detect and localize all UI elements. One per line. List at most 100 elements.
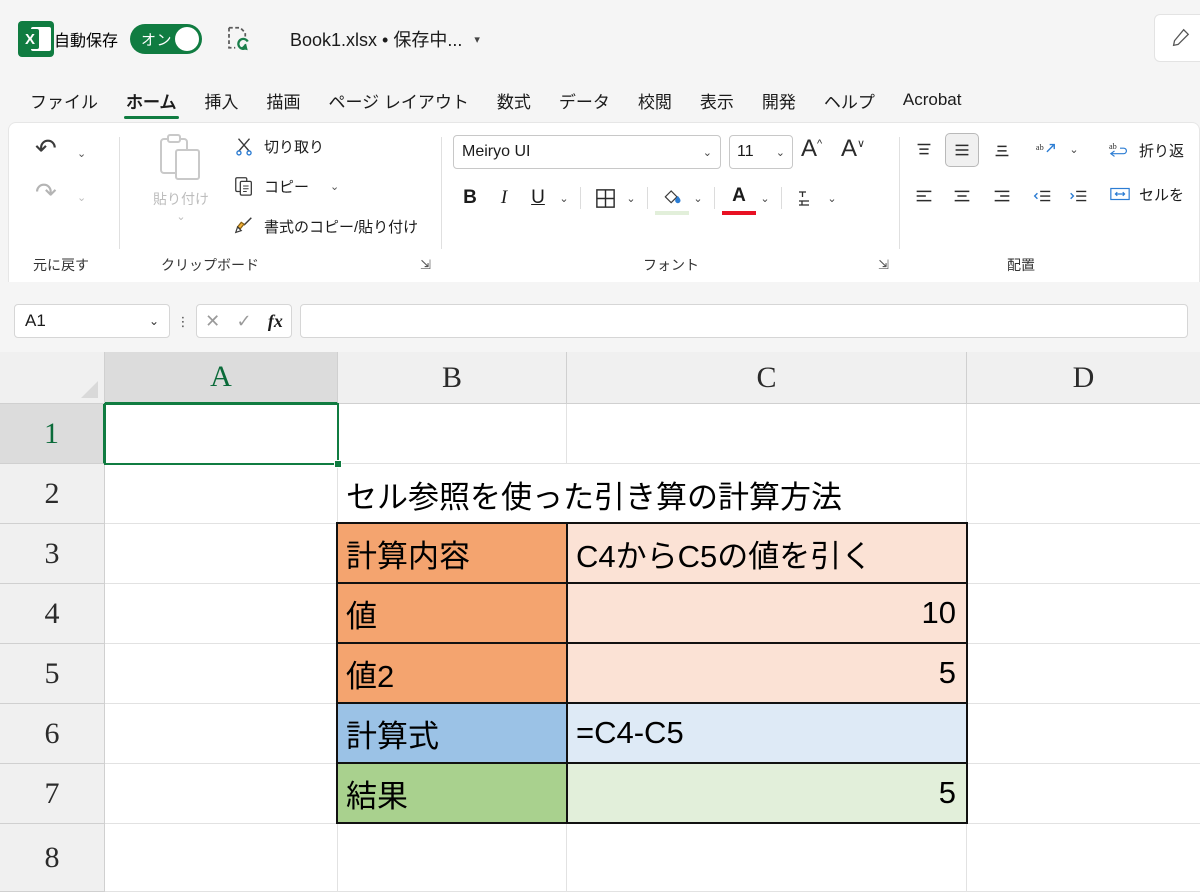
cell-a6[interactable] [105, 704, 338, 764]
wrap-text-button[interactable]: ab 折り返 [1109, 139, 1184, 161]
borders-chevron-down-icon[interactable]: ⌄ [622, 192, 640, 205]
cell-d6[interactable] [967, 704, 1200, 764]
chevron-down-icon[interactable]: ▾ [474, 33, 480, 46]
font-dialog-launcher-icon[interactable]: ⇲ [878, 257, 889, 273]
tab-review[interactable]: 校閲 [624, 84, 686, 117]
cell-a2[interactable] [105, 464, 338, 524]
row-header-7[interactable]: 7 [0, 764, 105, 824]
cell-b8[interactable] [338, 824, 567, 892]
paste-button[interactable]: 貼り付け ⌄ [139, 131, 223, 223]
font-color-chevron-down-icon[interactable]: ⌄ [756, 192, 774, 205]
cell-value-c6[interactable]: =C4-C5 [566, 702, 968, 764]
cell-c8[interactable] [567, 824, 967, 892]
font-name-input[interactable]: Meiryo UI ⌄ [453, 135, 721, 169]
fill-color-icon[interactable] [655, 181, 689, 215]
cell-d5[interactable] [967, 644, 1200, 704]
row-header-1[interactable]: 1 [0, 404, 105, 464]
redo-arrow-icon[interactable]: ↷ [35, 177, 57, 208]
row-header-4[interactable]: 4 [0, 584, 105, 644]
name-box[interactable]: A1 ⌄ [14, 304, 170, 338]
align-middle-icon[interactable] [945, 133, 979, 167]
column-header-a[interactable]: A [105, 352, 338, 404]
cell-value-c3[interactable]: C4からC5の値を引く [566, 522, 968, 584]
copy-button[interactable]: コピー ⌄ [233, 175, 339, 197]
column-header-c[interactable]: C [567, 352, 967, 404]
sync-status-icon[interactable] [224, 24, 254, 54]
cell-value-b4[interactable]: 値 [336, 582, 568, 644]
cell-value-c7[interactable]: 5 [566, 762, 968, 824]
more-options-icon[interactable]: ⋮ [170, 315, 196, 328]
document-title[interactable]: Book1.xlsx • 保存中... [290, 26, 462, 52]
cell-a4[interactable] [105, 584, 338, 644]
tab-file[interactable]: ファイル [16, 84, 112, 117]
cell-a8[interactable] [105, 824, 338, 892]
cell-value-b2[interactable]: セル参照を使った引き算の計算方法 [338, 464, 1038, 524]
align-bottom-icon[interactable] [985, 133, 1019, 167]
cell-b1[interactable] [338, 404, 567, 464]
align-top-icon[interactable] [907, 133, 941, 167]
decrease-font-size-button[interactable]: A∨ [841, 135, 865, 163]
font-size-input[interactable]: 11 ⌄ [729, 135, 793, 169]
fill-handle[interactable] [334, 460, 342, 468]
name-box-chevron-down-icon[interactable]: ⌄ [149, 314, 159, 328]
undo-dropdown-chevron-icon[interactable]: ⌄ [77, 147, 86, 160]
cell-c1[interactable] [567, 404, 967, 464]
row-header-2[interactable]: 2 [0, 464, 105, 524]
align-right-icon[interactable] [985, 179, 1019, 213]
cut-button[interactable]: 切り取り [233, 135, 324, 157]
text-orientation-icon[interactable]: ab [1029, 133, 1063, 167]
active-cell-selection[interactable] [104, 403, 339, 465]
cell-d8[interactable] [967, 824, 1200, 892]
tab-data[interactable]: データ [545, 84, 624, 117]
cell-a5[interactable] [105, 644, 338, 704]
underline-chevron-down-icon[interactable]: ⌄ [555, 192, 573, 205]
increase-font-size-button[interactable]: A^ [801, 135, 822, 163]
redo-dropdown-chevron-icon[interactable]: ⌄ [77, 191, 86, 204]
row-header-6[interactable]: 6 [0, 704, 105, 764]
italic-button[interactable]: I [487, 181, 521, 215]
autosave-toggle[interactable]: オン [130, 24, 202, 54]
orientation-chevron-down-icon[interactable]: ⌄ [1065, 143, 1083, 156]
align-center-icon[interactable] [945, 179, 979, 213]
pen-icon[interactable] [1154, 14, 1200, 62]
tab-page-layout[interactable]: ページ レイアウト [315, 84, 483, 117]
cell-d3[interactable] [967, 524, 1200, 584]
font-color-icon[interactable]: A [722, 181, 756, 215]
phonetic-guide-chevron-down-icon[interactable]: ⌄ [823, 192, 841, 205]
font-name-chevron-down-icon[interactable]: ⌄ [703, 146, 712, 159]
cell-d4[interactable] [967, 584, 1200, 644]
cell-value-b5[interactable]: 値2 [336, 642, 568, 704]
tab-draw[interactable]: 描画 [253, 84, 315, 117]
tab-home[interactable]: ホーム [112, 84, 191, 117]
undo-arrow-icon[interactable]: ↶ [35, 133, 57, 164]
bold-button[interactable]: B [453, 181, 487, 215]
paste-chevron-down-icon[interactable]: ⌄ [139, 210, 223, 223]
cell-value-c5[interactable]: 5 [566, 642, 968, 704]
cell-d7[interactable] [967, 764, 1200, 824]
row-header-3[interactable]: 3 [0, 524, 105, 584]
tab-formulas[interactable]: 数式 [483, 84, 545, 117]
tab-acrobat[interactable]: Acrobat [889, 86, 976, 114]
cell-value-c4[interactable]: 10 [566, 582, 968, 644]
cell-a3[interactable] [105, 524, 338, 584]
phonetic-guide-icon[interactable] [789, 181, 823, 215]
insert-function-button[interactable]: fx [268, 311, 283, 332]
tab-insert[interactable]: 挿入 [191, 84, 253, 117]
cell-d1[interactable] [967, 404, 1200, 464]
align-left-icon[interactable] [907, 179, 941, 213]
tab-view[interactable]: 表示 [686, 84, 748, 117]
cell-value-b3[interactable]: 計算内容 [336, 522, 568, 584]
borders-icon[interactable] [588, 181, 622, 215]
row-header-8[interactable]: 8 [0, 824, 105, 892]
clipboard-dialog-launcher-icon[interactable]: ⇲ [420, 257, 431, 273]
select-all-corner[interactable] [0, 352, 105, 404]
column-header-b[interactable]: B [338, 352, 567, 404]
fill-color-chevron-down-icon[interactable]: ⌄ [689, 192, 707, 205]
cancel-formula-button[interactable]: ✕ [205, 311, 220, 332]
tab-developer[interactable]: 開発 [748, 84, 810, 117]
decrease-indent-icon[interactable] [1025, 179, 1059, 213]
column-header-d[interactable]: D [967, 352, 1200, 404]
merge-cells-button[interactable]: セルを [1109, 183, 1184, 205]
row-header-5[interactable]: 5 [0, 644, 105, 704]
cell-value-b7[interactable]: 結果 [336, 762, 568, 824]
